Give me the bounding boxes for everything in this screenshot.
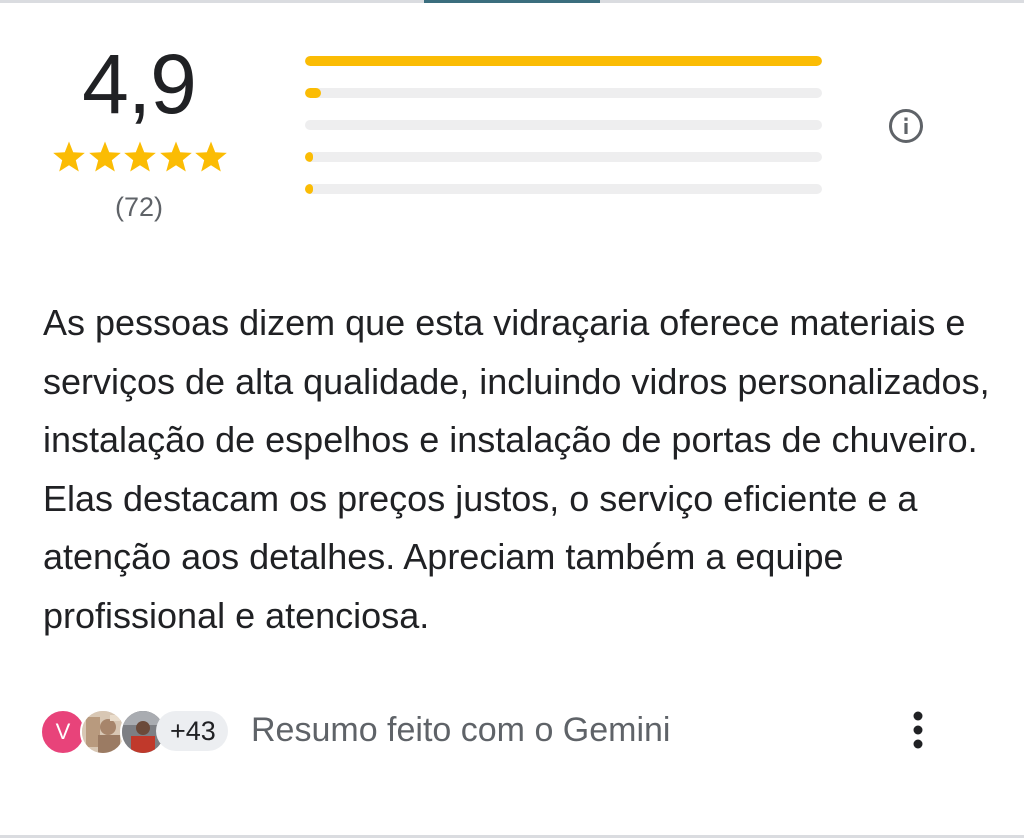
reviewer-avatars[interactable]: V +43 xyxy=(40,706,240,755)
star-icon xyxy=(195,141,227,172)
gemini-summary-label: Resumo feito com o Gemini xyxy=(251,711,671,749)
info-icon xyxy=(889,109,923,143)
rating-bar-fill xyxy=(305,88,321,98)
tab-indicator xyxy=(424,0,600,3)
rating-bar-3-stars xyxy=(305,120,822,130)
more-options-button[interactable] xyxy=(898,706,938,754)
review-summary-text: As pessoas dizem que esta vidraçaria ofe… xyxy=(43,302,990,636)
star-rating xyxy=(52,140,228,176)
summary-footer: V +43 Resumo feito com o Gemini xyxy=(40,706,984,755)
rating-score: 4,9 xyxy=(82,37,197,131)
info-button[interactable] xyxy=(887,107,925,145)
star-icon xyxy=(124,141,156,172)
rating-bar-fill xyxy=(305,152,313,162)
rating-bar-1-stars xyxy=(305,184,822,194)
review-summary-card: 4,9 (72) As pessoas dizem que esta vidra… xyxy=(0,0,1024,838)
rating-bar-fill xyxy=(305,184,313,194)
star-icon xyxy=(88,141,121,172)
more-reviewers-badge: +43 xyxy=(156,711,228,751)
rating-bar-fill xyxy=(305,56,822,66)
avatar-photo-icon xyxy=(82,711,124,753)
rating-bar-2-stars xyxy=(305,152,822,162)
rating-bar-5-stars xyxy=(305,56,822,66)
review-count[interactable]: (72) xyxy=(64,190,214,224)
rating-bar-4-stars xyxy=(305,88,822,98)
star-icon xyxy=(53,141,85,172)
star-icon xyxy=(159,141,192,172)
more-vert-icon xyxy=(913,711,923,749)
